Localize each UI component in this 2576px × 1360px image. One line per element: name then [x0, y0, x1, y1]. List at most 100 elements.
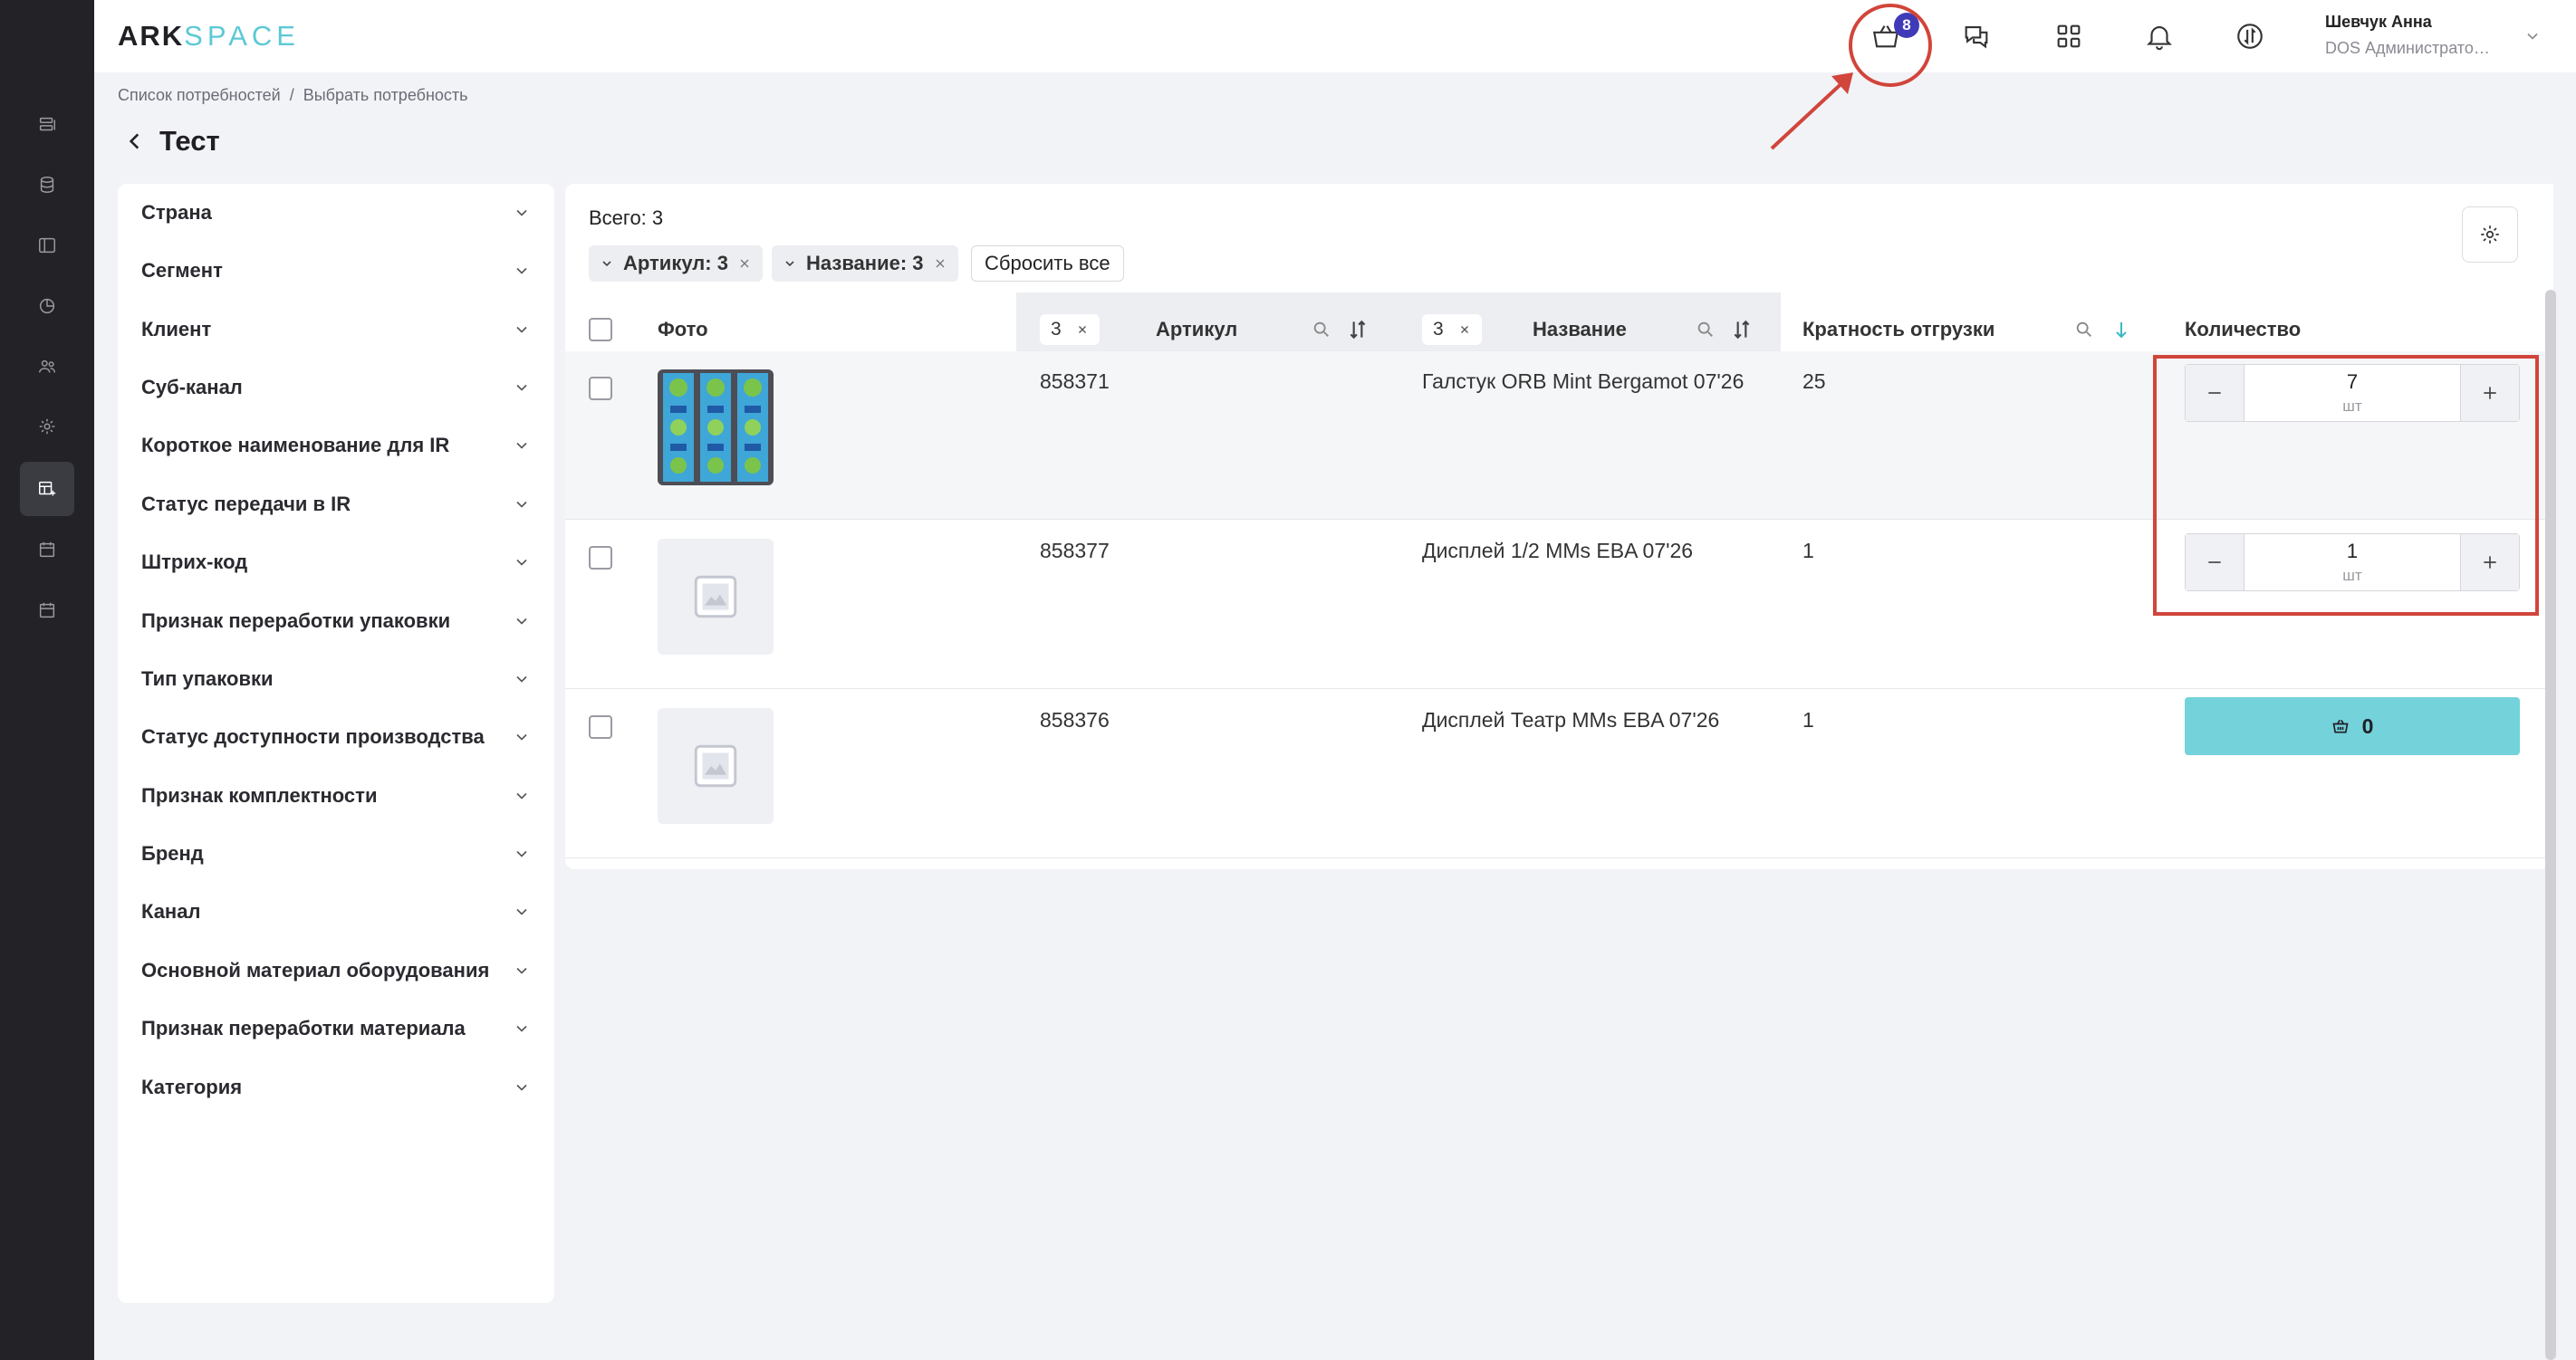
product-photo[interactable]: [658, 369, 774, 485]
filter-label: Страна: [141, 201, 212, 224]
filter-label: Статус доступности производства: [141, 725, 485, 748]
chevron-down-icon: [516, 559, 527, 566]
close-icon[interactable]: [933, 256, 947, 271]
nav-item-needs[interactable]: [20, 462, 74, 516]
bell-icon: [2147, 26, 2172, 51]
filter-label: Короткое наименование для IR: [141, 434, 450, 456]
image-placeholder-icon: [694, 744, 737, 788]
row-checkbox[interactable]: [589, 715, 612, 739]
cart-icon: [2332, 719, 2349, 733]
nav-item-database[interactable]: [20, 158, 74, 212]
filter-package-recycling[interactable]: Признак переработки упаковки: [141, 603, 531, 639]
name-filter-chip[interactable]: 3: [1422, 314, 1482, 345]
breadcrumb-separator: /: [289, 86, 294, 104]
chip-label: Артикул: 3: [623, 252, 728, 274]
calendar-icon: [39, 602, 55, 618]
select-all-checkbox[interactable]: [589, 318, 612, 341]
close-icon[interactable]: [737, 256, 752, 271]
search-icon[interactable]: [1696, 320, 1716, 340]
table-row[interactable]: 858376 Дисплей Театр MMs EBA 07'26 1 0: [565, 690, 2553, 858]
filter-ir-status[interactable]: Статус передачи в IR: [141, 486, 531, 522]
chevron-down-icon[interactable]: [2523, 27, 2542, 45]
filter-label: Клиент: [141, 318, 212, 340]
page-title: Тест: [159, 125, 220, 157]
sync-button[interactable]: [2230, 16, 2270, 56]
breadcrumb-needs-list[interactable]: Список потребностей: [118, 86, 281, 104]
filter-short-name[interactable]: Короткое наименование для IR: [141, 427, 531, 464]
filter-completeness[interactable]: Признак комплектности: [141, 778, 531, 814]
calendar-icon: [39, 541, 55, 558]
notifications-button[interactable]: [2139, 16, 2179, 56]
image-placeholder-icon: [694, 575, 737, 618]
chevron-down-icon: [516, 967, 527, 974]
filter-production-status[interactable]: Статус доступности производства: [141, 719, 531, 755]
reset-all-button[interactable]: Сбросить все: [971, 245, 1124, 282]
chip-label: Название: 3: [806, 252, 924, 274]
row-multiplicity: 25: [1802, 369, 1826, 393]
apps-button[interactable]: [2049, 16, 2089, 56]
filter-material-recycling[interactable]: Признак переработки материала: [141, 1010, 531, 1047]
nav-item-settings[interactable]: [20, 399, 74, 454]
nav-item-users[interactable]: [20, 340, 74, 394]
help-chat-button[interactable]: [1956, 16, 1996, 56]
chevron-down-icon: [516, 1084, 527, 1091]
sort-icon[interactable]: [1730, 318, 1754, 341]
filter-brand[interactable]: Бренд: [141, 836, 531, 872]
page-header: Тест: [123, 123, 220, 159]
filter-channel[interactable]: Канал: [141, 894, 531, 930]
filter-barcode[interactable]: Штрих-код: [141, 544, 531, 580]
chevron-down-icon: [516, 267, 527, 274]
left-nav-rail: [0, 0, 94, 1360]
filter-segment[interactable]: Сегмент: [141, 253, 531, 289]
product-photo[interactable]: [658, 708, 774, 824]
filter-package-type[interactable]: Тип упаковки: [141, 661, 531, 697]
filter-label: Признак переработки упаковки: [141, 609, 451, 632]
scrollbar[interactable]: [2545, 290, 2556, 1360]
nav-item-list[interactable]: [20, 98, 74, 152]
add-to-cart-button[interactable]: 0: [2185, 697, 2520, 755]
chevron-down-icon: [785, 261, 794, 267]
table-settings-button[interactable]: [2462, 206, 2518, 263]
filter-label: Суб-канал: [141, 376, 243, 398]
sort-down-icon[interactable]: [2110, 318, 2132, 341]
nav-item-calendar[interactable]: [20, 522, 74, 577]
gear-icon: [2481, 225, 2499, 244]
filter-client[interactable]: Клиент: [141, 311, 531, 348]
nav-item-layout[interactable]: [20, 218, 74, 273]
total-count: Всего: 3: [589, 206, 664, 229]
nav-item-calendar-2[interactable]: [20, 583, 74, 637]
breadcrumb: Список потребностей / Выбрать потребность: [118, 86, 468, 105]
row-article: 858371: [1040, 369, 1110, 393]
nav-item-reports[interactable]: [20, 279, 74, 333]
filter-chip-article[interactable]: Артикул: 3: [589, 245, 763, 282]
search-icon[interactable]: [1312, 320, 1331, 340]
filter-category[interactable]: Категория: [141, 1069, 531, 1106]
user-menu[interactable]: Шевчук Анна DOS Администратор…: [2325, 13, 2533, 58]
back-button[interactable]: [123, 123, 150, 159]
filter-subchannel[interactable]: Суб-канал: [141, 369, 531, 406]
filter-equipment-material[interactable]: Основной материал оборудования: [141, 953, 531, 989]
row-checkbox[interactable]: [589, 546, 612, 570]
article-filter-chip[interactable]: 3: [1040, 314, 1100, 345]
search-icon[interactable]: [2074, 320, 2094, 340]
chevron-left-icon: [129, 133, 139, 149]
chevron-down-icon: [516, 908, 527, 915]
sort-icon[interactable]: [1346, 318, 1370, 341]
close-icon[interactable]: [1076, 323, 1089, 336]
row-name: Галстук ORB Mint Bergamot 07'26: [1422, 369, 1745, 393]
gear-icon: [39, 418, 55, 435]
layout-icon: [39, 237, 55, 254]
filter-label: Сегмент: [141, 259, 223, 282]
product-image: [663, 373, 768, 482]
filter-label: Категория: [141, 1076, 243, 1098]
breadcrumb-select-need[interactable]: Выбрать потребность: [303, 86, 468, 104]
filter-country[interactable]: Страна: [141, 195, 531, 231]
row-checkbox[interactable]: [589, 377, 612, 400]
logo[interactable]: ARK SPACE: [118, 18, 300, 54]
product-photo[interactable]: [658, 539, 774, 655]
user-role: DOS Администратор…: [2325, 39, 2497, 57]
chevron-down-icon: [516, 733, 527, 741]
filter-chip-name[interactable]: Название: 3: [772, 245, 958, 282]
close-icon[interactable]: [1458, 323, 1471, 336]
users-icon: [39, 359, 55, 373]
